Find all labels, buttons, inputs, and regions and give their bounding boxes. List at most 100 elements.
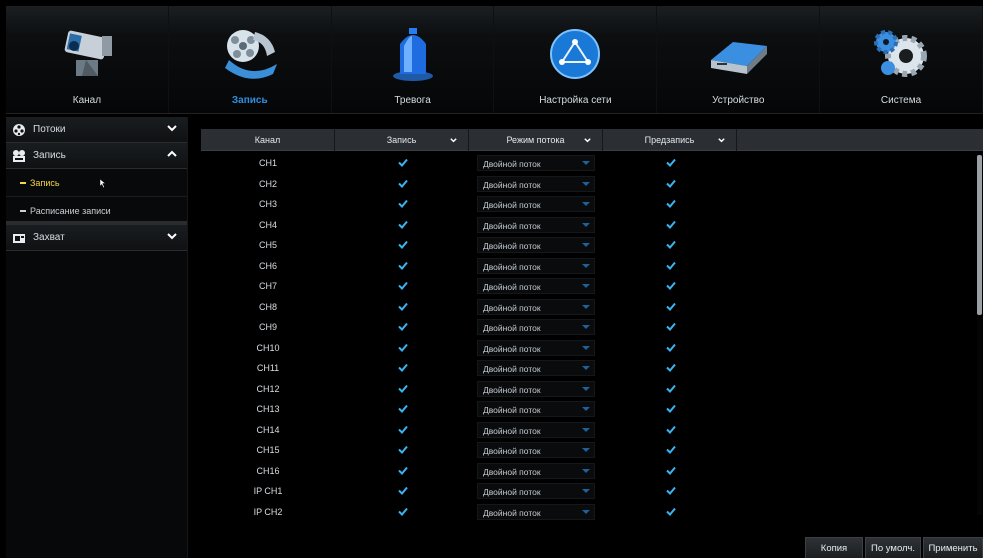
tab-alarm[interactable]: Тревога [332, 6, 495, 113]
dropdown-arrow-icon [582, 304, 590, 309]
table-row: CH11 Двойной поток [201, 358, 983, 379]
record-checkbox[interactable] [398, 384, 408, 393]
sidebar-group-capture[interactable]: Захват [6, 225, 187, 251]
chevron-down-icon [718, 138, 725, 143]
stream-mode-value: Двойной поток [483, 200, 541, 210]
network-globe-icon [550, 29, 601, 79]
record-checkbox[interactable] [398, 404, 408, 413]
tab-device[interactable]: Устройство [657, 6, 821, 113]
stream-mode-value: Двойной поток [483, 507, 541, 518]
tab-channel[interactable]: Канал [6, 6, 169, 113]
copy-button[interactable]: Копия [805, 537, 863, 558]
default-button[interactable]: По умолч. [865, 537, 921, 558]
stream-mode-select[interactable]: Двойной поток [477, 319, 595, 335]
table-row: CH14 Двойной поток [201, 420, 983, 441]
apply-button[interactable]: Применить [923, 537, 983, 558]
stream-mode-select[interactable]: Двойной поток [477, 257, 595, 274]
top-navigation: Канал Запись Тревога Настройка сети Устр… [6, 6, 983, 114]
stream-mode-select[interactable]: Двойной поток [477, 175, 595, 192]
channel-name: CH10 [256, 342, 280, 353]
sidebar-item-label: Расписание записи [30, 206, 111, 216]
record-checkbox[interactable] [398, 179, 408, 188]
prerecord-checkbox[interactable] [666, 486, 676, 495]
prerecord-checkbox[interactable] [666, 404, 676, 413]
table-row: CH3 Двойной поток [201, 194, 983, 215]
stream-mode-select[interactable]: Двойной поток [477, 237, 595, 253]
tab-record[interactable]: Запись [169, 6, 332, 113]
column-header-stream-mode[interactable]: Режим потока [469, 129, 603, 151]
record-checkbox[interactable] [398, 281, 408, 290]
record-checkbox[interactable] [398, 425, 408, 434]
stream-mode-select[interactable]: Двойной поток [477, 278, 595, 294]
film-reel-icon [224, 30, 277, 79]
dropdown-arrow-icon [582, 202, 590, 206]
stream-mode-select[interactable]: Двойной поток [477, 360, 595, 376]
stream-mode-select[interactable]: Двойной поток [477, 216, 595, 233]
prerecord-checkbox[interactable] [666, 158, 676, 167]
record-checkbox[interactable] [398, 220, 408, 229]
stream-mode-value: Двойной поток [483, 261, 541, 272]
sidebar-item-record-schedule[interactable]: Расписание записи [6, 197, 187, 225]
stream-mode-select[interactable]: Двойной поток [477, 298, 595, 315]
record-checkbox[interactable] [398, 445, 408, 454]
record-checkbox[interactable] [398, 466, 408, 475]
stream-mode-select[interactable]: Двойной поток [477, 462, 595, 479]
channel-name: IP CH2 [253, 506, 283, 517]
prerecord-checkbox[interactable] [666, 466, 676, 475]
dropdown-arrow-icon [582, 509, 590, 514]
record-checkbox[interactable] [398, 261, 408, 270]
prerecord-checkbox[interactable] [666, 363, 676, 372]
record-checkbox[interactable] [398, 240, 408, 249]
stream-mode-select[interactable]: Двойной поток [477, 380, 595, 397]
record-checkbox[interactable] [398, 486, 408, 495]
stream-mode-select[interactable]: Двойной поток [477, 442, 595, 458]
sidebar-group-streams[interactable]: Потоки [6, 117, 187, 143]
channel-name: CH12 [256, 383, 280, 394]
mouse-cursor-icon [100, 179, 106, 188]
channel-name: IP CH1 [253, 486, 283, 496]
sidebar-item-record[interactable]: Запись [6, 169, 187, 197]
prerecord-checkbox[interactable] [666, 343, 676, 352]
prerecord-checkbox[interactable] [666, 507, 676, 516]
record-checkbox[interactable] [398, 322, 408, 331]
prerecord-checkbox[interactable] [666, 261, 676, 270]
stream-mode-select[interactable]: Двойной поток [477, 401, 595, 417]
prerecord-checkbox[interactable] [666, 384, 676, 393]
column-header-prerecord[interactable]: Предзапись [603, 129, 737, 151]
dropdown-arrow-icon [582, 263, 590, 268]
scrollbar[interactable] [977, 155, 982, 515]
record-checkbox[interactable] [398, 199, 408, 208]
table-row: CH8 Двойной поток [201, 297, 983, 318]
prerecord-checkbox[interactable] [666, 425, 676, 434]
stream-mode-select[interactable]: Двойной поток [477, 421, 595, 438]
prerecord-checkbox[interactable] [666, 322, 676, 331]
prerecord-checkbox[interactable] [666, 302, 676, 311]
stream-mode-select[interactable]: Двойной поток [477, 339, 595, 356]
prerecord-checkbox[interactable] [666, 220, 676, 229]
stream-mode-value: Двойной поток [483, 343, 541, 354]
tab-system[interactable]: Система [820, 6, 983, 113]
column-header-record[interactable]: Запись [335, 129, 469, 151]
prerecord-checkbox[interactable] [666, 179, 676, 188]
stream-mode-select[interactable]: Двойной поток [477, 196, 595, 212]
sidebar-group-record[interactable]: Запись [6, 143, 187, 169]
record-checkbox[interactable] [398, 363, 408, 372]
stream-mode-select[interactable]: Двойной поток [477, 483, 595, 499]
prerecord-checkbox[interactable] [666, 199, 676, 208]
record-checkbox[interactable] [398, 302, 408, 311]
table-row: CH1 Двойной поток [201, 153, 983, 174]
prerecord-checkbox[interactable] [666, 281, 676, 290]
prerecord-checkbox[interactable] [666, 445, 676, 454]
gears-icon [874, 30, 928, 77]
stream-mode-value: Двойной поток [483, 282, 541, 292]
stream-mode-select[interactable]: Двойной поток [477, 155, 595, 171]
stream-mode-select[interactable]: Двойной поток [477, 503, 595, 520]
prerecord-checkbox[interactable] [666, 240, 676, 249]
record-checkbox[interactable] [398, 507, 408, 516]
tab-network[interactable]: Настройка сети [494, 6, 658, 113]
record-checkbox[interactable] [398, 158, 408, 167]
record-checkbox[interactable] [398, 343, 408, 352]
channel-name: CH6 [258, 260, 277, 271]
scrollbar-thumb[interactable] [977, 155, 982, 315]
dropdown-arrow-icon [582, 407, 590, 411]
